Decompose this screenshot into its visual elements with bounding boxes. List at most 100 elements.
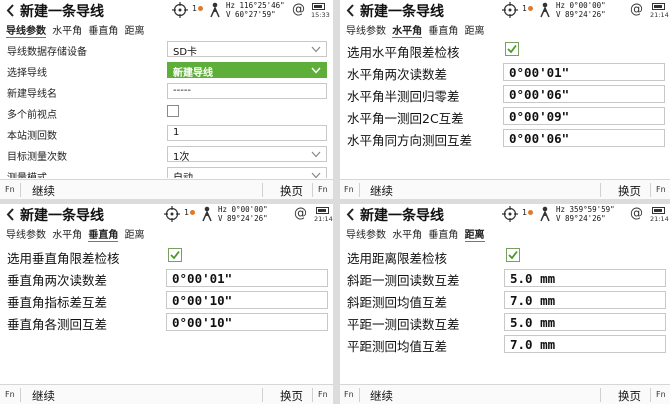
distance-check-checkbox[interactable] (506, 248, 520, 262)
row-select-traverse: 选择导线 新建导线 (0, 61, 333, 79)
station-rounds-input[interactable]: 1 (167, 125, 327, 141)
divider (600, 388, 601, 402)
tab-traverse-params[interactable]: 导线参数 (6, 22, 46, 38)
face-icon[interactable]: 1 (522, 208, 534, 217)
tab-horizontal-angle[interactable]: 水平角 (392, 22, 423, 38)
tab-distance[interactable]: 距离 (125, 22, 145, 37)
continue-button[interactable]: 继续 (370, 388, 393, 404)
vertical-check-checkbox[interactable] (168, 248, 182, 262)
horizontal-reading-diff-input[interactable]: 5.0 mm (504, 313, 666, 331)
fn-right-key[interactable]: Fn (318, 390, 328, 399)
hz-2c-diff-input[interactable]: 0°00'09" (503, 107, 665, 125)
v-readout: V 89°24'26" (218, 214, 268, 223)
tab-horizontal-angle[interactable]: 水平角 (392, 226, 422, 241)
continue-button[interactable]: 继续 (32, 183, 55, 199)
continue-button[interactable]: 继续 (370, 183, 393, 199)
v-round-diff-input[interactable]: 0°00'10" (166, 313, 328, 331)
checkmark-icon (508, 250, 518, 260)
fn-left-key[interactable]: Fn (344, 390, 354, 399)
fn-left-key[interactable]: Fn (344, 185, 354, 194)
page-title: 新建一条导线 (20, 208, 104, 224)
slope-reading-diff-input[interactable]: 5.0 mm (504, 269, 666, 287)
divider (20, 183, 21, 197)
tab-traverse-params[interactable]: 导线参数 (346, 226, 386, 241)
person-icon[interactable] (538, 2, 552, 18)
tab-distance[interactable]: 距离 (125, 226, 145, 241)
back-arrow-icon[interactable] (346, 4, 355, 17)
horizontal-mean-diff-input[interactable]: 7.0 mm (504, 335, 666, 353)
fn-right-key[interactable]: Fn (656, 390, 666, 399)
person-icon[interactable] (200, 206, 214, 222)
slope-mean-diff-input[interactable]: 7.0 mm (504, 291, 666, 309)
divider (20, 388, 21, 402)
at-icon[interactable]: @ (630, 2, 643, 17)
fn-right-key[interactable]: Fn (656, 185, 666, 194)
row-label: 目标测量次数 (7, 152, 67, 163)
measure-mode-select[interactable]: 自动 (167, 167, 327, 178)
row-label: 水平角一测回2C互差 (347, 111, 464, 126)
tab-distance[interactable]: 距离 (464, 226, 485, 242)
tab-vertical-angle[interactable]: 垂直角 (88, 22, 118, 37)
tab-horizontal-angle[interactable]: 水平角 (52, 22, 82, 37)
softkey-bar: Fn 继续 换页 Fn (340, 179, 670, 199)
page-button[interactable]: 换页 (280, 183, 303, 199)
page-title: 新建一条导线 (360, 4, 444, 20)
at-icon[interactable]: @ (292, 2, 305, 17)
person-icon[interactable] (538, 206, 552, 222)
tab-vertical-angle[interactable]: 垂直角 (88, 226, 119, 242)
face-icon[interactable]: 1 (522, 4, 534, 13)
divider (312, 183, 313, 197)
tab-vertical-angle[interactable]: 垂直角 (428, 226, 458, 241)
tab-bar: 导线参数 水平角 垂直角 距离 (346, 226, 488, 242)
hz-same-direction-diff-input[interactable]: 0°00'06" (503, 129, 665, 147)
page-button[interactable]: 换页 (618, 183, 641, 199)
tab-traverse-params[interactable]: 导线参数 (6, 226, 46, 241)
target-icon[interactable] (502, 206, 518, 222)
tab-distance[interactable]: 距离 (465, 22, 485, 37)
at-icon[interactable]: @ (294, 206, 307, 221)
at-icon[interactable]: @ (630, 206, 643, 221)
back-arrow-icon[interactable] (346, 208, 355, 221)
person-icon[interactable] (208, 2, 222, 18)
hz-half-round-closure-input[interactable]: 0°00'06" (503, 85, 665, 103)
row-hz-reading-diff: 水平角两次读数差 0°00'01" (340, 62, 670, 82)
checkmark-icon (170, 250, 180, 260)
target-icon[interactable] (502, 2, 518, 18)
back-arrow-icon[interactable] (6, 4, 15, 17)
face-icon[interactable]: 1 (184, 208, 196, 217)
continue-button[interactable]: 继续 (32, 388, 55, 404)
battery-icon (652, 207, 665, 214)
horizontal-check-checkbox[interactable] (505, 42, 519, 56)
page-button[interactable]: 换页 (280, 388, 303, 404)
tab-horizontal-angle[interactable]: 水平角 (52, 226, 82, 241)
tab-traverse-params[interactable]: 导线参数 (346, 22, 386, 37)
divider (262, 183, 263, 197)
v-readout: V 89°24'26" (556, 10, 606, 19)
row-target-measure-count: 目标测量次数 1次 (0, 145, 333, 163)
tab-vertical-angle[interactable]: 垂直角 (428, 22, 458, 37)
softkey-bar: Fn 继续 换页 Fn (0, 179, 333, 199)
face-icon[interactable]: 1 (192, 4, 204, 13)
dropdown-icon (311, 172, 321, 178)
multiple-foresight-checkbox[interactable] (167, 105, 179, 117)
new-traverse-name-input[interactable]: ----- (167, 83, 327, 99)
storage-device-select[interactable]: SD卡 (167, 41, 327, 58)
v-index-diff-input[interactable]: 0°00'10" (166, 291, 328, 309)
select-traverse-select[interactable]: 新建导线 (167, 62, 327, 79)
fn-left-key[interactable]: Fn (5, 390, 15, 399)
fn-left-key[interactable]: Fn (5, 185, 15, 194)
fn-right-key[interactable]: Fn (318, 185, 328, 194)
battery-icon (312, 3, 325, 10)
page-button[interactable]: 换页 (618, 388, 641, 404)
dropdown-icon (311, 46, 321, 53)
v-reading-diff-input[interactable]: 0°00'01" (166, 269, 328, 287)
battery-icon (652, 3, 665, 10)
back-arrow-icon[interactable] (6, 208, 15, 221)
hz-reading-diff-input[interactable]: 0°00'01" (503, 63, 665, 81)
target-icon[interactable] (172, 2, 188, 18)
row-horizontal-check: 选用水平角限差检核 (340, 40, 670, 60)
target-measure-count-select[interactable]: 1次 (167, 146, 327, 163)
row-label: 导线数据存储设备 (7, 47, 87, 58)
target-icon[interactable] (164, 206, 180, 222)
row-label: 垂直角指标差互差 (7, 295, 108, 310)
